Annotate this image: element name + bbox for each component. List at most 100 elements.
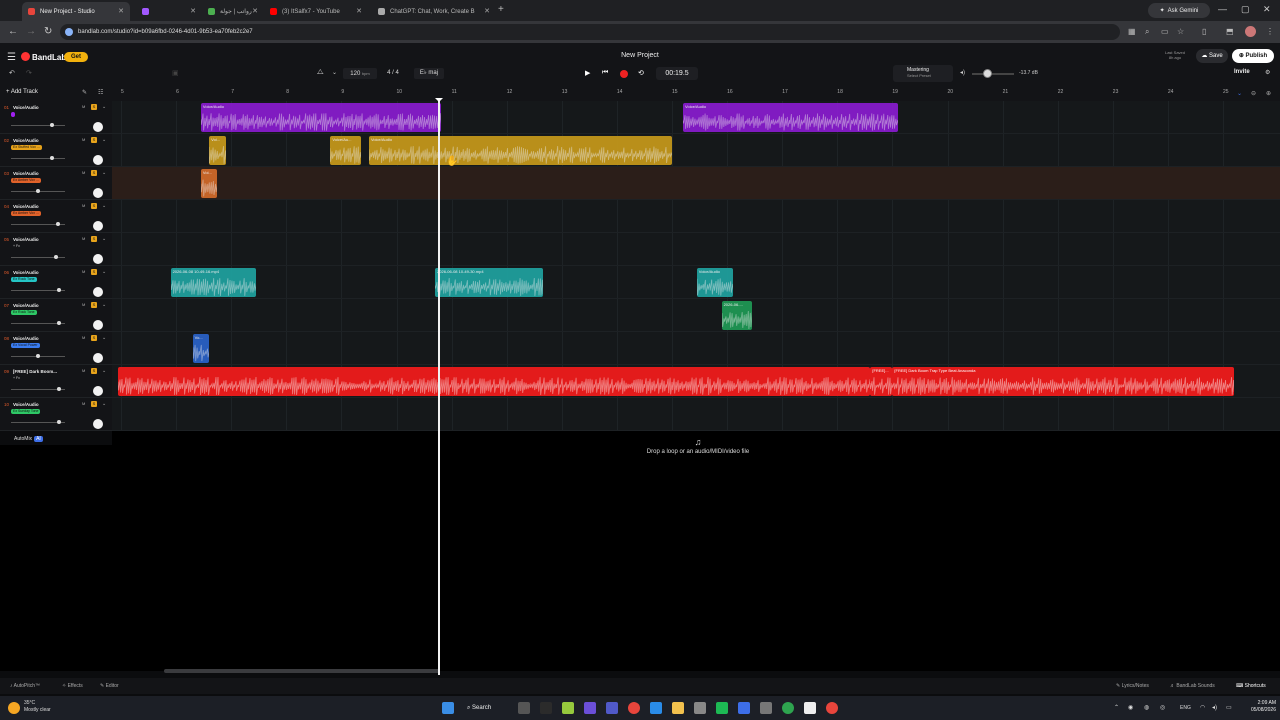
task-view-icon[interactable] — [518, 702, 530, 714]
track-name[interactable]: Voice/Audio — [13, 303, 39, 308]
app-icon-1[interactable] — [540, 702, 552, 714]
audio-clip[interactable]: Voice/Audio — [696, 268, 733, 297]
record-icon[interactable] — [620, 70, 628, 78]
solo-button[interactable]: S — [91, 269, 97, 275]
track-lane[interactable] — [112, 299, 1280, 332]
track-pan-knob[interactable] — [93, 353, 103, 363]
tab-close-icon[interactable]: ✕ — [484, 7, 490, 15]
track-expand-icon[interactable]: ⌄ — [102, 236, 106, 242]
maximize-icon[interactable]: ▢ — [1241, 4, 1250, 15]
audio-clip[interactable]: Voice/Audio — [368, 136, 672, 165]
track-header[interactable]: 08 Voice/Audio Ex Vocal Power M S ⌄ — [0, 332, 112, 365]
track-effect-chip[interactable]: + Fx — [11, 376, 22, 381]
track-name[interactable]: Voice/Audio — [13, 270, 39, 275]
track-pan-knob[interactable] — [93, 254, 103, 264]
browser-tab[interactable]: (3) ItSalfx7 - YouTube ✕ — [264, 2, 368, 21]
extension-icon[interactable]: ⬒ — [1226, 27, 1234, 36]
track-expand-icon[interactable]: ⌄ — [102, 335, 106, 341]
metronome-dropdown-icon[interactable]: ⌄ — [332, 69, 337, 76]
audio-clip[interactable]: 2026-06-... — [721, 301, 752, 330]
solo-button[interactable]: S — [91, 368, 97, 374]
zoom-in-icon[interactable]: ⊕ — [1266, 90, 1271, 97]
audio-clip[interactable]: Voice/Audio — [683, 103, 898, 132]
chrome-icon[interactable] — [628, 702, 640, 714]
track-expand-icon[interactable]: ⌄ — [102, 269, 106, 275]
track-name[interactable]: Voice/Audio — [13, 237, 39, 242]
tray-icon-2[interactable]: ◍ — [1144, 704, 1149, 711]
solo-button[interactable]: S — [91, 203, 97, 209]
track-pan-knob[interactable] — [93, 419, 103, 429]
tray-icon-1[interactable]: ◉ — [1128, 704, 1133, 711]
solo-button[interactable]: S — [91, 401, 97, 407]
save-button[interactable]: ☁ Save — [1196, 49, 1228, 63]
track-volume-slider[interactable] — [11, 420, 65, 424]
app-icon-3[interactable] — [584, 702, 596, 714]
key-field[interactable]: E♭ maj — [414, 68, 444, 79]
track-effect-chip[interactable]: Ex Stuffed Vox ... — [11, 145, 42, 150]
track-name[interactable]: Voice/Audio — [13, 138, 39, 143]
browser-tab[interactable]: New Project - Studio ✕ — [22, 2, 130, 21]
metronome-icon[interactable]: ⧍ — [317, 69, 324, 77]
app-icon-4[interactable] — [694, 702, 706, 714]
track-header[interactable]: 05 Voice/Audio + Fx M S ⌄ — [0, 233, 112, 266]
track-volume-handle[interactable] — [53, 255, 58, 259]
new-tab-button[interactable]: + — [498, 4, 504, 15]
track-volume-handle[interactable] — [57, 288, 61, 292]
audio-clip[interactable]: Voi... — [200, 169, 218, 198]
mute-button[interactable]: M — [82, 302, 85, 307]
editor-button[interactable]: ✎ Editor — [100, 683, 119, 689]
track-volume-slider[interactable] — [11, 354, 65, 358]
speaker-icon[interactable]: ◂) — [960, 69, 965, 76]
solo-button[interactable]: S — [91, 236, 97, 242]
teams-icon[interactable] — [606, 702, 618, 714]
time-signature-field[interactable]: 4 / 4 — [380, 68, 406, 79]
close-window-icon[interactable]: ✕ — [1263, 4, 1271, 15]
track-volume-handle[interactable] — [57, 420, 61, 424]
track-volume-slider[interactable] — [11, 255, 65, 259]
track-lane[interactable] — [112, 134, 1280, 167]
taskbar-search[interactable]: ⌕ Search — [467, 701, 507, 715]
audio-clip[interactable]: Vo... — [192, 334, 210, 363]
audio-clip[interactable]: 2026-06-08 10-49-30.mp4 — [435, 268, 543, 297]
track-expand-icon[interactable]: ⌄ — [102, 302, 106, 308]
menu-icon[interactable]: ☰ — [7, 52, 16, 63]
invite-button[interactable]: Invite — [1234, 69, 1250, 75]
mute-button[interactable]: M — [82, 401, 85, 406]
edit-tool-icon[interactable]: ✎ — [82, 89, 87, 96]
track-expand-icon[interactable]: ⌄ — [102, 368, 106, 374]
playhead[interactable] — [437, 101, 440, 675]
tab-close-icon[interactable]: ✕ — [252, 7, 258, 15]
effects-button[interactable]: ✧ Effects — [62, 683, 83, 689]
track-header[interactable]: 10 Voice/Audio Ex Sunday Tone M S ⌄ — [0, 398, 112, 431]
track-volume-slider[interactable] — [11, 189, 65, 193]
browser-tab[interactable]: ✕ — [136, 2, 202, 21]
skip-back-icon[interactable]: ⏮ — [602, 69, 608, 77]
file-explorer-icon[interactable] — [672, 702, 684, 714]
audio-clip[interactable]: Voice/Audio — [200, 103, 441, 132]
bandlab-sounds-button[interactable]: ♬ BandLab Sounds — [1170, 683, 1215, 689]
side-panel-icon[interactable]: ▯ — [1202, 27, 1206, 36]
app-icon-2[interactable] — [562, 702, 574, 714]
track-effect-chip[interactable]: + Fx — [11, 244, 22, 249]
loop-region-icon[interactable]: ▣ — [172, 69, 179, 77]
back-icon[interactable]: ← — [8, 26, 18, 37]
notifications-icon[interactable]: ⚙ — [1265, 69, 1270, 76]
mastering-select[interactable]: Mastering Select Preset — [893, 65, 953, 82]
track-header[interactable]: 09 [FREE] Dark Boom... + Fx M S ⌄ — [0, 365, 112, 398]
reload-icon[interactable]: ↻ — [44, 26, 52, 37]
track-volume-slider[interactable] — [11, 288, 65, 292]
track-effect-chip[interactable]: Ex Amber Vox ... — [11, 211, 41, 216]
tray-icon-3[interactable]: ◎ — [1160, 704, 1165, 711]
loop-icon[interactable]: ⟲ — [638, 69, 644, 77]
track-volume-slider[interactable] — [11, 123, 65, 127]
browser-tab[interactable]: رواتب | جولة ✕ — [202, 2, 264, 21]
track-effect-chip[interactable]: Ex Rock Tone — [11, 277, 37, 282]
solo-button[interactable]: S — [91, 335, 97, 341]
track-name[interactable]: Voice/Audio — [13, 105, 39, 110]
track-header[interactable]: 07 Voice/Audio Ex Rock Tone M S ⌄ — [0, 299, 112, 332]
mute-button[interactable]: M — [82, 203, 85, 208]
mute-button[interactable]: M — [82, 335, 85, 340]
app-icon-5[interactable] — [716, 702, 728, 714]
tab-close-icon[interactable]: ✕ — [118, 7, 124, 15]
track-name[interactable]: Voice/Audio — [13, 204, 39, 209]
